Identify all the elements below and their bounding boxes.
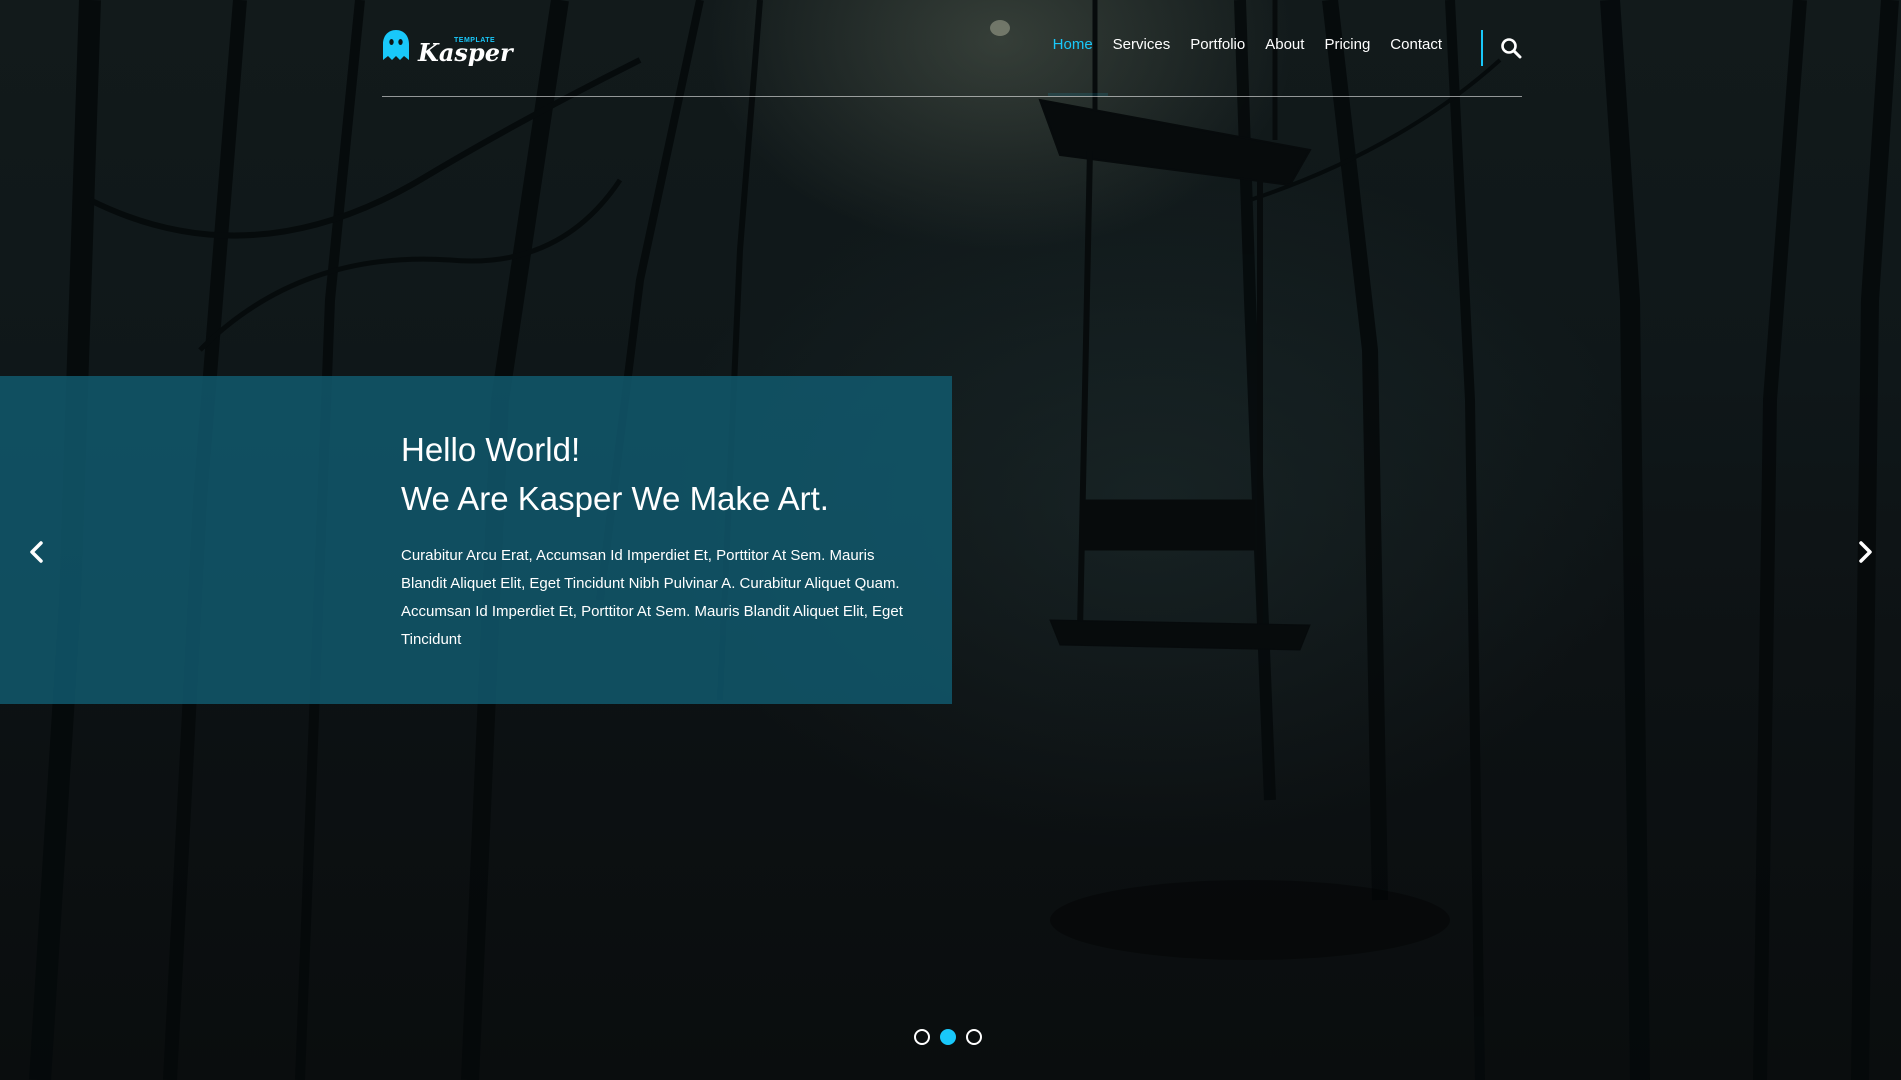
main-nav: Home Services Portfolio About Pricing Co… bbox=[1033, 36, 1442, 53]
nav-link-portfolio[interactable]: Portfolio bbox=[1190, 36, 1245, 53]
slider-bullet-1[interactable] bbox=[914, 1029, 930, 1045]
chevron-left-icon[interactable] bbox=[27, 540, 47, 564]
ghost-logo-icon bbox=[383, 30, 409, 60]
logo-name: Kasper bbox=[418, 38, 513, 67]
nav-link-about[interactable]: About bbox=[1265, 36, 1304, 53]
nav-link-services[interactable]: Services bbox=[1113, 36, 1171, 53]
nav-active-indicator bbox=[1048, 93, 1108, 96]
hero-title-line-1: Hello World! bbox=[401, 431, 581, 468]
slider-bullet-2[interactable] bbox=[940, 1029, 956, 1045]
nav-link-pricing[interactable]: Pricing bbox=[1324, 36, 1370, 53]
nav-link-home[interactable]: Home bbox=[1053, 36, 1093, 53]
hero-title-line-2: We Are Kasper We Make Art. bbox=[401, 480, 829, 517]
slider-bullet-3[interactable] bbox=[966, 1029, 982, 1045]
nav-link-contact[interactable]: Contact bbox=[1390, 36, 1442, 53]
chevron-right-icon[interactable] bbox=[1855, 540, 1875, 564]
logo[interactable]: TEMPLATE Kasper bbox=[382, 28, 513, 68]
hero-panel: Hello World! We Are Kasper We Make Art. … bbox=[0, 376, 952, 704]
slider-bullets bbox=[914, 1029, 982, 1045]
landing-hero: TEMPLATE Kasper Home Services Portfolio … bbox=[0, 0, 1901, 1080]
site-header: TEMPLATE Kasper Home Services Portfolio … bbox=[382, 0, 1522, 97]
search-icon[interactable] bbox=[1500, 37, 1522, 59]
hero-description: Curabitur Arcu Erat, Accumsan Id Imperdi… bbox=[401, 547, 903, 648]
search-divider bbox=[1481, 30, 1483, 66]
